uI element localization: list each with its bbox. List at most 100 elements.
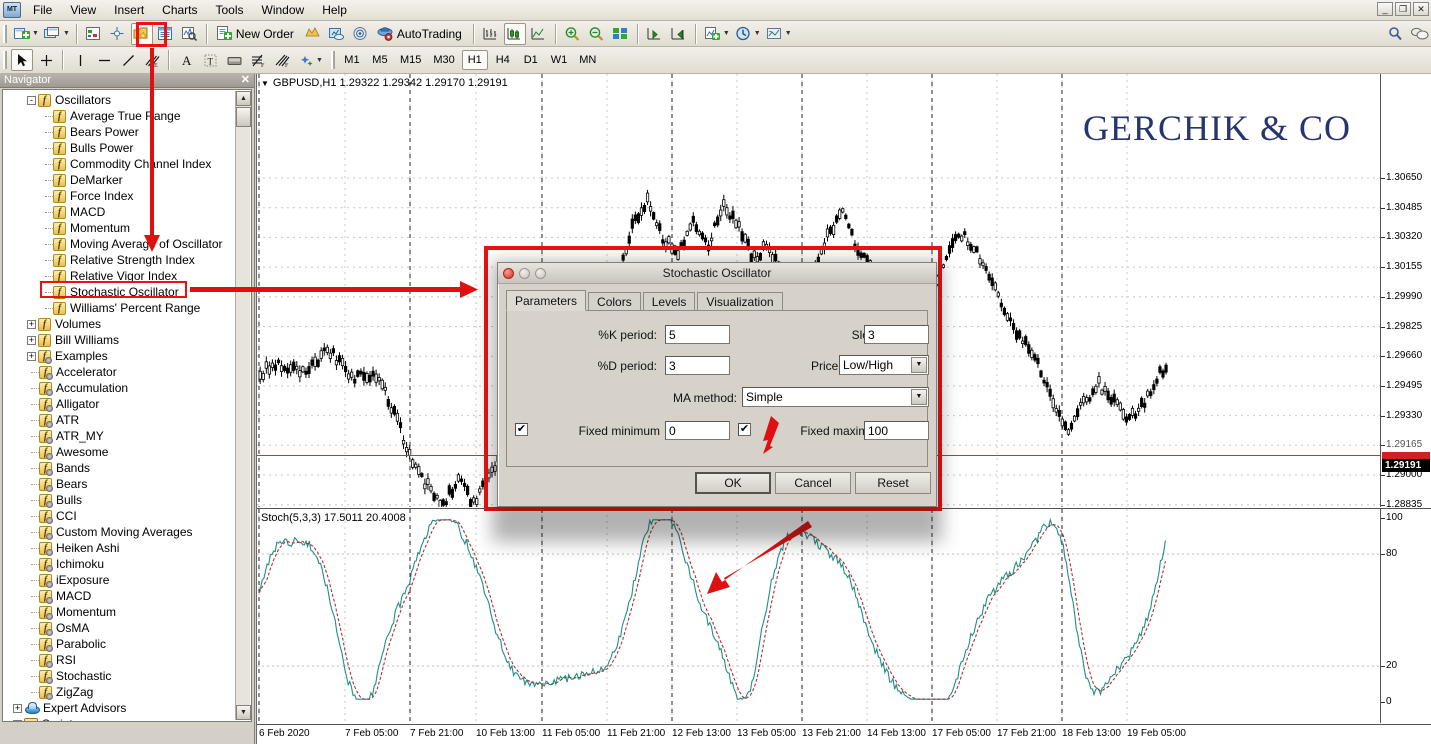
- indicators-dropdown-arrow[interactable]: ▼: [723, 30, 730, 37]
- candlestick-chart-button[interactable]: [504, 23, 526, 45]
- templates-dropdown-arrow[interactable]: ▼: [785, 30, 792, 37]
- timeframe-d1[interactable]: D1: [518, 50, 544, 70]
- chat-icon[interactable]: [1408, 23, 1430, 45]
- market-watch-button[interactable]: [83, 23, 105, 45]
- ma-method-select[interactable]: Simple ▼: [742, 387, 929, 407]
- templates-button[interactable]: [764, 23, 786, 45]
- fibonacci-retracement-tool[interactable]: F: [247, 49, 269, 71]
- ok-button[interactable]: OK: [695, 472, 771, 494]
- navigator-item[interactable]: fMomentum: [3, 220, 235, 236]
- navigator-item[interactable]: +Scripts: [3, 716, 235, 721]
- price-field-chevron-down-icon[interactable]: ▼: [911, 357, 927, 373]
- close-button[interactable]: ✕: [1413, 2, 1429, 16]
- navigator-item[interactable]: fStochastic: [3, 668, 235, 684]
- menu-file[interactable]: File: [24, 1, 61, 19]
- zoom-out-button[interactable]: [586, 23, 608, 45]
- navigator-item[interactable]: fIchimoku: [3, 556, 235, 572]
- terminal-button[interactable]: [155, 23, 177, 45]
- auto-scroll-button[interactable]: [644, 23, 666, 45]
- data-window-button[interactable]: [107, 23, 129, 45]
- navigator-item[interactable]: fAccumulation: [3, 380, 235, 396]
- d-period-input[interactable]: [665, 356, 730, 375]
- timeframe-m30[interactable]: M30: [428, 50, 459, 70]
- metaeditor-button[interactable]: [302, 23, 324, 45]
- expand-icon[interactable]: +: [27, 320, 36, 329]
- shapes-dropdown-arrow[interactable]: ▼: [316, 57, 323, 64]
- ma-method-chevron-down-icon[interactable]: ▼: [911, 389, 927, 405]
- equidistant-channel-tool[interactable]: E: [141, 49, 163, 71]
- tab-levels[interactable]: Levels: [643, 292, 696, 311]
- expand-icon[interactable]: +: [27, 336, 36, 345]
- profiles-button[interactable]: [42, 23, 64, 45]
- navigator-item[interactable]: fBears Power: [3, 124, 235, 140]
- menu-charts[interactable]: Charts: [153, 1, 206, 19]
- price-field-select[interactable]: Low/High ▼: [839, 355, 929, 375]
- timeframe-h1[interactable]: H1: [462, 50, 488, 70]
- timeframe-m1[interactable]: M1: [339, 50, 365, 70]
- fixed-maximum-checkbox[interactable]: ✔: [738, 423, 751, 436]
- navigator-item[interactable]: fBands: [3, 460, 235, 476]
- navigator-item[interactable]: fMomentum: [3, 604, 235, 620]
- menu-insert[interactable]: Insert: [105, 1, 153, 19]
- tile-windows-button[interactable]: [610, 23, 632, 45]
- navigator-item[interactable]: +fExamples: [3, 348, 235, 364]
- navigator-item[interactable]: fRelative Strength Index: [3, 252, 235, 268]
- horizontal-line-tool[interactable]: [93, 49, 115, 71]
- trendline-tool[interactable]: [117, 49, 139, 71]
- navigator-item[interactable]: -fOscillators: [3, 92, 235, 108]
- navigator-item[interactable]: +fVolumes: [3, 316, 235, 332]
- minimize-button[interactable]: _: [1377, 2, 1393, 16]
- navigator-item[interactable]: fParabolic: [3, 636, 235, 652]
- navigator-item[interactable]: fAwesome: [3, 444, 235, 460]
- button-object-tool[interactable]: [223, 49, 245, 71]
- timeframe-mn[interactable]: MN: [574, 50, 601, 70]
- chart-shift-button[interactable]: [668, 23, 690, 45]
- indicators-button[interactable]: [702, 23, 724, 45]
- cancel-button[interactable]: Cancel: [775, 472, 851, 494]
- timeframe-toolbar-grip[interactable]: [331, 51, 335, 69]
- autotrading-button[interactable]: AutoTrading: [374, 23, 468, 45]
- new-chart-dropdown-arrow[interactable]: ▼: [32, 30, 39, 37]
- timeframe-m15[interactable]: M15: [395, 50, 426, 70]
- cursor-tool[interactable]: [11, 49, 33, 71]
- reset-button[interactable]: Reset: [855, 472, 931, 494]
- navigator-item[interactable]: fDeMarker: [3, 172, 235, 188]
- navigator-tree[interactable]: -fOscillatorsfAverage True RangefBears P…: [3, 90, 235, 721]
- navigator-item[interactable]: fForce Index: [3, 188, 235, 204]
- text-tool[interactable]: A: [175, 49, 197, 71]
- tab-colors[interactable]: Colors: [588, 292, 641, 311]
- navigator-item[interactable]: fZigZag: [3, 684, 235, 700]
- expand-icon[interactable]: +: [13, 720, 22, 722]
- navigator-item[interactable]: fATR_MY: [3, 428, 235, 444]
- navigator-item[interactable]: fAccelerator: [3, 364, 235, 380]
- navigator-item[interactable]: +Expert Advisors: [3, 700, 235, 716]
- profiles-dropdown-arrow[interactable]: ▼: [63, 30, 70, 37]
- collapse-icon[interactable]: -: [27, 96, 36, 105]
- timeframe-w1[interactable]: W1: [546, 50, 573, 70]
- strategy-tester-button[interactable]: [179, 23, 201, 45]
- toolbar-grip[interactable]: [3, 51, 7, 69]
- navigator-item[interactable]: fCommodity Channel Index: [3, 156, 235, 172]
- navigator-item[interactable]: fStochastic Oscillator: [3, 284, 235, 300]
- fixed-minimum-checkbox[interactable]: ✔: [515, 423, 528, 436]
- navigator-item[interactable]: fAlligator: [3, 396, 235, 412]
- navigator-close-icon[interactable]: ✕: [241, 74, 250, 87]
- mql5-community-button[interactable]: [326, 23, 348, 45]
- price-axis[interactable]: 1.306501.304851.303201.301551.299901.298…: [1380, 74, 1431, 507]
- fixed-maximum-input[interactable]: [864, 421, 929, 440]
- navigator-item[interactable]: fAverage True Range: [3, 108, 235, 124]
- navigator-item[interactable]: fHeiken Ashi: [3, 540, 235, 556]
- signals-button[interactable]: [350, 23, 372, 45]
- navigator-item[interactable]: fWilliams' Percent Range: [3, 300, 235, 316]
- navigator-item[interactable]: fBulls: [3, 492, 235, 508]
- navigator-item[interactable]: fMoving Average of Oscillator: [3, 236, 235, 252]
- vertical-line-tool[interactable]: [69, 49, 91, 71]
- scroll-down-icon[interactable]: ▼: [236, 705, 251, 720]
- chart-menu-triangle-icon[interactable]: ▼: [261, 79, 269, 88]
- navigator-item[interactable]: fMACD: [3, 588, 235, 604]
- menu-help[interactable]: Help: [313, 1, 356, 19]
- periods-button[interactable]: [733, 23, 755, 45]
- navigator-scrollbar[interactable]: ▲ ▼: [235, 91, 250, 720]
- navigator-item[interactable]: fATR: [3, 412, 235, 428]
- expand-icon[interactable]: +: [13, 704, 22, 713]
